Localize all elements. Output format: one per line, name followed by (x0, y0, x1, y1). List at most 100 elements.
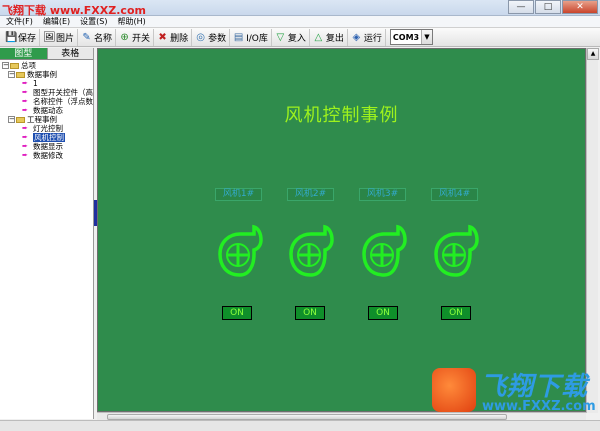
collapse-icon[interactable]: − (2, 62, 9, 69)
tree-item[interactable]: ➨ 名称控件（浮点数 (0, 97, 93, 106)
tree-node-data-examples[interactable]: − 数据事例 (0, 70, 93, 79)
picture-button[interactable]: 🖼 图片 (40, 28, 79, 46)
fan-label-4[interactable]: 风机4# (431, 188, 478, 201)
scroll-up-icon[interactable]: ▲ (587, 48, 599, 60)
project-tree: − 总项 − 数据事例 ➨ 1 ➨ 图型开关控件（高 ➨ 名称控件（浮点数 ➨ … (0, 60, 93, 160)
menu-file[interactable]: 文件(F) (6, 16, 33, 27)
fan-toggle-button-2[interactable]: ON (295, 306, 325, 320)
collapse-icon[interactable]: − (8, 116, 15, 123)
delete-label: 删除 (170, 33, 189, 44)
tree-label: 图型开关控件（高 (33, 88, 93, 97)
fan-icon[interactable] (217, 223, 263, 279)
port-value: COM3 (392, 32, 420, 42)
tree-item[interactable]: ➨ 1 (0, 79, 93, 88)
item-arrow-icon: ➨ (22, 124, 28, 132)
delete-button[interactable]: ✖ 删除 (154, 28, 193, 46)
copy-in-label: 复入 (287, 33, 306, 44)
logo-icon (432, 368, 476, 412)
tree-label: 1 (33, 79, 38, 88)
switch-button[interactable]: ⊕ 开关 (116, 28, 155, 46)
tree-label: 工程事例 (27, 115, 57, 124)
chevron-down-icon[interactable]: ▼ (420, 30, 432, 44)
fan-label-1[interactable]: 风机1# (215, 188, 262, 201)
port-select[interactable]: COM3 ▼ (389, 29, 433, 45)
copy-in-button[interactable]: ▽ 复入 (272, 28, 310, 46)
watermark-logo: 飞翔下载 www.FXXZ.com (432, 364, 596, 424)
tree-label: 总项 (21, 61, 36, 70)
tree-label: 名称控件（浮点数 (33, 97, 93, 106)
folder-icon (16, 116, 25, 123)
io-library-label: I/O库 (246, 33, 268, 44)
menu-settings[interactable]: 设置(S) (80, 16, 107, 27)
fan-icon[interactable] (433, 223, 479, 279)
run-label: 运行 (363, 33, 382, 44)
collapse-icon[interactable]: − (8, 71, 15, 78)
fan-label-2[interactable]: 风机2# (287, 188, 334, 201)
save-icon: 💾 (5, 31, 18, 43)
close-button[interactable]: ✕ (562, 0, 598, 14)
menu-edit[interactable]: 编辑(E) (43, 16, 70, 27)
tree-label: 数据修改 (33, 151, 63, 160)
picture-icon: 🖼 (43, 31, 56, 43)
minimize-button[interactable]: — (508, 0, 534, 14)
item-arrow-icon: ➨ (22, 142, 28, 150)
project-panel: 图型 表格 − 总项 − 数据事例 ➨ 1 ➨ 图型开关控件（高 ➨ 名称控件（… (0, 48, 94, 419)
folder-icon (10, 62, 19, 69)
panel-tabs: 图型 表格 (0, 48, 93, 60)
up-arrow-icon: △ (314, 31, 323, 43)
fan-toggle-button-3[interactable]: ON (368, 306, 398, 320)
name-label: 名称 (94, 33, 113, 44)
tree-item[interactable]: ➨ 数据修改 (0, 151, 93, 160)
fan-icon[interactable] (288, 223, 334, 279)
param-icon: ◎ (196, 31, 205, 43)
tree-label: 数据动态 (33, 106, 63, 115)
tree-item[interactable]: ➨ 数据显示 (0, 142, 93, 151)
delete-icon: ✖ (158, 31, 167, 43)
title-bar: 飞翔下载 www.FXXZ.com — □ ✕ (0, 0, 600, 17)
name-button[interactable]: ✎ 名称 (78, 28, 117, 46)
tree-label: 风机控制 (33, 133, 65, 142)
tree-item-selected[interactable]: ➨ 风机控制 (0, 133, 93, 142)
item-arrow-icon: ➨ (22, 106, 28, 114)
down-arrow-icon: ▽ (276, 31, 285, 43)
save-button[interactable]: 💾 保存 (2, 28, 41, 46)
copy-out-button[interactable]: △ 复出 (310, 28, 348, 46)
pencil-icon: ✎ (82, 31, 91, 43)
item-arrow-icon: ➨ (22, 151, 28, 159)
fan-toggle-button-4[interactable]: ON (441, 306, 471, 320)
save-label: 保存 (18, 33, 37, 44)
tree-item[interactable]: ➨ 图型开关控件（高 (0, 88, 93, 97)
watermark-title: 飞翔下载 (480, 372, 589, 402)
fan-label-3[interactable]: 风机3# (359, 188, 406, 201)
tree-item[interactable]: ➨ 灯光控制 (0, 124, 93, 133)
menu-help[interactable]: 帮助(H) (117, 16, 145, 27)
item-arrow-icon: ➨ (22, 133, 28, 141)
item-arrow-icon: ➨ (22, 79, 28, 87)
tab-graphics[interactable]: 图型 (0, 48, 47, 59)
tree-item[interactable]: ➨ 数据动态 (0, 106, 93, 115)
window-controls: — □ ✕ (507, 0, 598, 14)
switch-icon: ⊕ (120, 31, 129, 43)
toolbar: 💾 保存 🖼 图片 ✎ 名称 ⊕ 开关 ✖ 删除 ◎ 参数 ▤ I/O库 ▽ 复… (0, 28, 600, 47)
vertical-scrollbar[interactable]: ▲ (586, 48, 599, 413)
fan-toggle-button-1[interactable]: ON (222, 306, 252, 320)
maximize-button[interactable]: □ (535, 0, 561, 14)
canvas-title: 风机控制事例 (284, 105, 399, 126)
param-label: 参数 (208, 33, 227, 44)
param-button[interactable]: ◎ 参数 (192, 28, 231, 46)
fan-icon[interactable] (361, 223, 407, 279)
menu-row: 文件(F) 编辑(E) 设置(S) 帮助(H) (0, 16, 600, 28)
tree-label: 灯光控制 (33, 124, 63, 133)
io-library-icon: ▤ (233, 31, 244, 43)
design-canvas[interactable]: 风机控制事例 风机1# 风机2# 风机3# 风机4# ON ON ON ON (97, 48, 586, 412)
item-arrow-icon: ➨ (22, 97, 28, 105)
run-button[interactable]: ◈ 运行 (348, 28, 386, 46)
picture-label: 图片 (56, 33, 75, 44)
folder-icon (16, 71, 25, 78)
io-library-button[interactable]: ▤ I/O库 (230, 28, 272, 46)
tree-label: 数据事例 (27, 70, 57, 79)
tab-table[interactable]: 表格 (46, 48, 93, 59)
tree-node-root[interactable]: − 总项 (0, 61, 93, 70)
run-icon: ◈ (352, 31, 361, 43)
tree-node-project-examples[interactable]: − 工程事例 (0, 115, 93, 124)
